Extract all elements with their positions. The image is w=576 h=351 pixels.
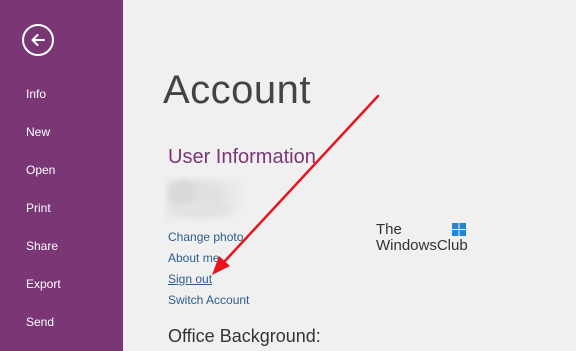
nav-item-info[interactable]: Info — [26, 87, 46, 101]
about-me-link[interactable]: About me — [168, 251, 219, 265]
account-main-panel: Account User Information Change photo Ab… — [123, 0, 576, 351]
watermark: The WindowsClub — [376, 222, 476, 254]
page-title: Account — [163, 68, 312, 112]
windowsclub-logo-icon — [452, 223, 466, 236]
nav-item-new[interactable]: New — [26, 125, 50, 139]
user-information-heading: User Information — [168, 146, 316, 168]
watermark-line-2: WindowsClub — [376, 237, 468, 254]
office-background-heading: Office Background: — [168, 326, 321, 346]
nav-item-open[interactable]: Open — [26, 163, 55, 177]
backstage-sidebar: Info New Open Print Share Export Send — [0, 0, 123, 351]
avatar — [166, 178, 242, 220]
nav-item-share[interactable]: Share — [26, 239, 58, 253]
nav-item-export[interactable]: Export — [26, 277, 61, 291]
sign-out-link[interactable]: Sign out — [168, 272, 212, 286]
back-arrow-icon — [31, 34, 45, 46]
nav-item-send[interactable]: Send — [26, 315, 54, 329]
change-photo-link[interactable]: Change photo — [168, 230, 243, 244]
back-button[interactable] — [22, 24, 54, 56]
account-backstage-view: Info New Open Print Share Export Send Ac… — [0, 0, 576, 351]
watermark-line-1: The — [376, 221, 402, 238]
switch-account-link[interactable]: Switch Account — [168, 293, 249, 307]
nav-item-print[interactable]: Print — [26, 201, 51, 215]
